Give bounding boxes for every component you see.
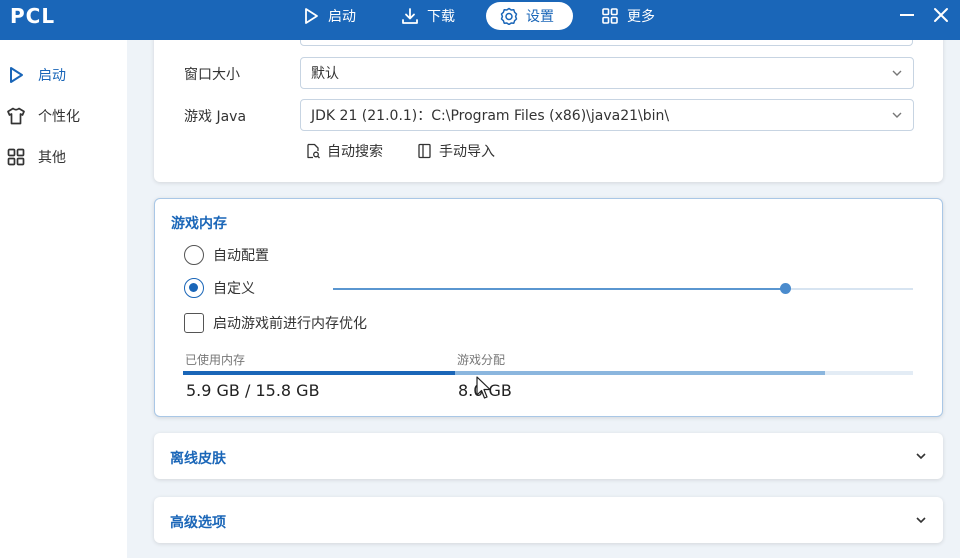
radio-circle [184, 245, 204, 265]
chevron-down-icon[interactable] [915, 450, 927, 462]
app-title: PCL [10, 4, 56, 28]
memory-used-fill [183, 371, 456, 375]
manual-import-button[interactable]: 手动导入 [417, 141, 495, 161]
sidebar-item-other[interactable]: 其他 [0, 139, 127, 175]
file-search-icon [307, 143, 320, 159]
download-icon [402, 8, 418, 24]
memory-slider-thumb[interactable] [779, 283, 791, 294]
sidebar-item-label: 启动 [38, 68, 66, 84]
nav-more-button[interactable]: 更多 [601, 2, 655, 30]
nav-download-button[interactable]: 下载 [401, 2, 455, 30]
window-size-select[interactable]: 默认 [300, 57, 914, 89]
radio-circle-selected [184, 278, 204, 298]
minimize-icon[interactable] [898, 6, 916, 24]
main-content[interactable]: 窗口大小 默认 游戏 Java JDK 21 (21.0.1)：C:\Progr… [127, 40, 960, 558]
play-icon [10, 67, 23, 83]
offline-skin-card[interactable]: 离线皮肤 [154, 433, 943, 479]
nav-settings-label: 设置 [526, 9, 554, 25]
java-select[interactable]: JDK 21 (21.0.1)：C:\Program Files (x86)\j… [300, 99, 914, 131]
grid-icon [602, 8, 618, 24]
checkbox-box [184, 313, 204, 333]
memory-slider[interactable] [333, 283, 913, 294]
advanced-options-card[interactable]: 高级选项 [154, 497, 943, 543]
nav-download-label: 下载 [427, 9, 455, 25]
game-allocation-label: 游戏分配 [457, 353, 506, 367]
nav-more-label: 更多 [627, 9, 655, 25]
sidebar-item-label: 个性化 [38, 109, 80, 125]
auto-search-button[interactable]: 自动搜索 [305, 141, 383, 161]
chevron-down-icon [892, 70, 902, 76]
window-size-value: 默认 [311, 66, 339, 82]
memory-optimize-checkbox[interactable]: 启动游戏前进行内存优化 [184, 313, 367, 333]
title-bar: PCL 启动 下载 设置 更多 [0, 0, 960, 40]
java-label: 游戏 Java [184, 109, 247, 125]
play-icon [305, 8, 318, 24]
memory-custom-radio[interactable]: 自定义 [184, 278, 255, 298]
close-icon[interactable] [932, 6, 950, 24]
nav-launch-button[interactable]: 启动 [302, 2, 356, 30]
card-title: 高级选项 [170, 515, 226, 531]
sidebar-item-launch[interactable]: 启动 [0, 57, 127, 93]
sidebar-item-personalization[interactable]: 个性化 [0, 98, 127, 134]
previous-field[interactable] [300, 40, 913, 46]
sidebar: 启动 个性化 其他 [0, 40, 127, 558]
chevron-down-icon[interactable] [915, 514, 927, 526]
game-memory-card: 游戏内存 自动配置 自定义 启动游戏前进行内存优化 已使用内存 游戏分配 5.9… [154, 198, 943, 417]
used-memory-label: 已使用内存 [185, 353, 246, 367]
window-size-label: 窗口大小 [184, 67, 240, 83]
card-title: 离线皮肤 [170, 451, 226, 467]
folder-import-icon [418, 143, 431, 159]
memory-slider-fill [333, 288, 786, 290]
memory-optimize-label: 启动游戏前进行内存优化 [213, 316, 367, 332]
memory-custom-label: 自定义 [213, 281, 255, 297]
java-value: JDK 21 (21.0.1)：C:\Program Files (x86)\j… [311, 108, 670, 124]
card-title: 游戏内存 [171, 216, 227, 232]
grid-icon [7, 148, 25, 166]
sidebar-item-label: 其他 [38, 150, 66, 166]
nav-launch-label: 启动 [328, 9, 356, 25]
used-memory-value: 5.9 GB / 15.8 GB [186, 381, 320, 400]
chevron-down-icon [892, 112, 902, 118]
memory-auto-radio[interactable]: 自动配置 [184, 245, 269, 265]
gear-icon [500, 7, 518, 25]
memory-alloc-fill [455, 371, 825, 375]
mouse-cursor-icon [476, 376, 491, 399]
launch-options-card: 窗口大小 默认 游戏 Java JDK 21 (21.0.1)：C:\Progr… [154, 40, 943, 182]
shirt-icon [7, 107, 25, 125]
manual-import-label: 手动导入 [439, 144, 495, 160]
auto-search-label: 自动搜索 [327, 144, 383, 160]
nav-settings-button[interactable]: 设置 [486, 2, 573, 30]
memory-usage-bar [183, 371, 913, 375]
memory-auto-label: 自动配置 [213, 248, 269, 264]
